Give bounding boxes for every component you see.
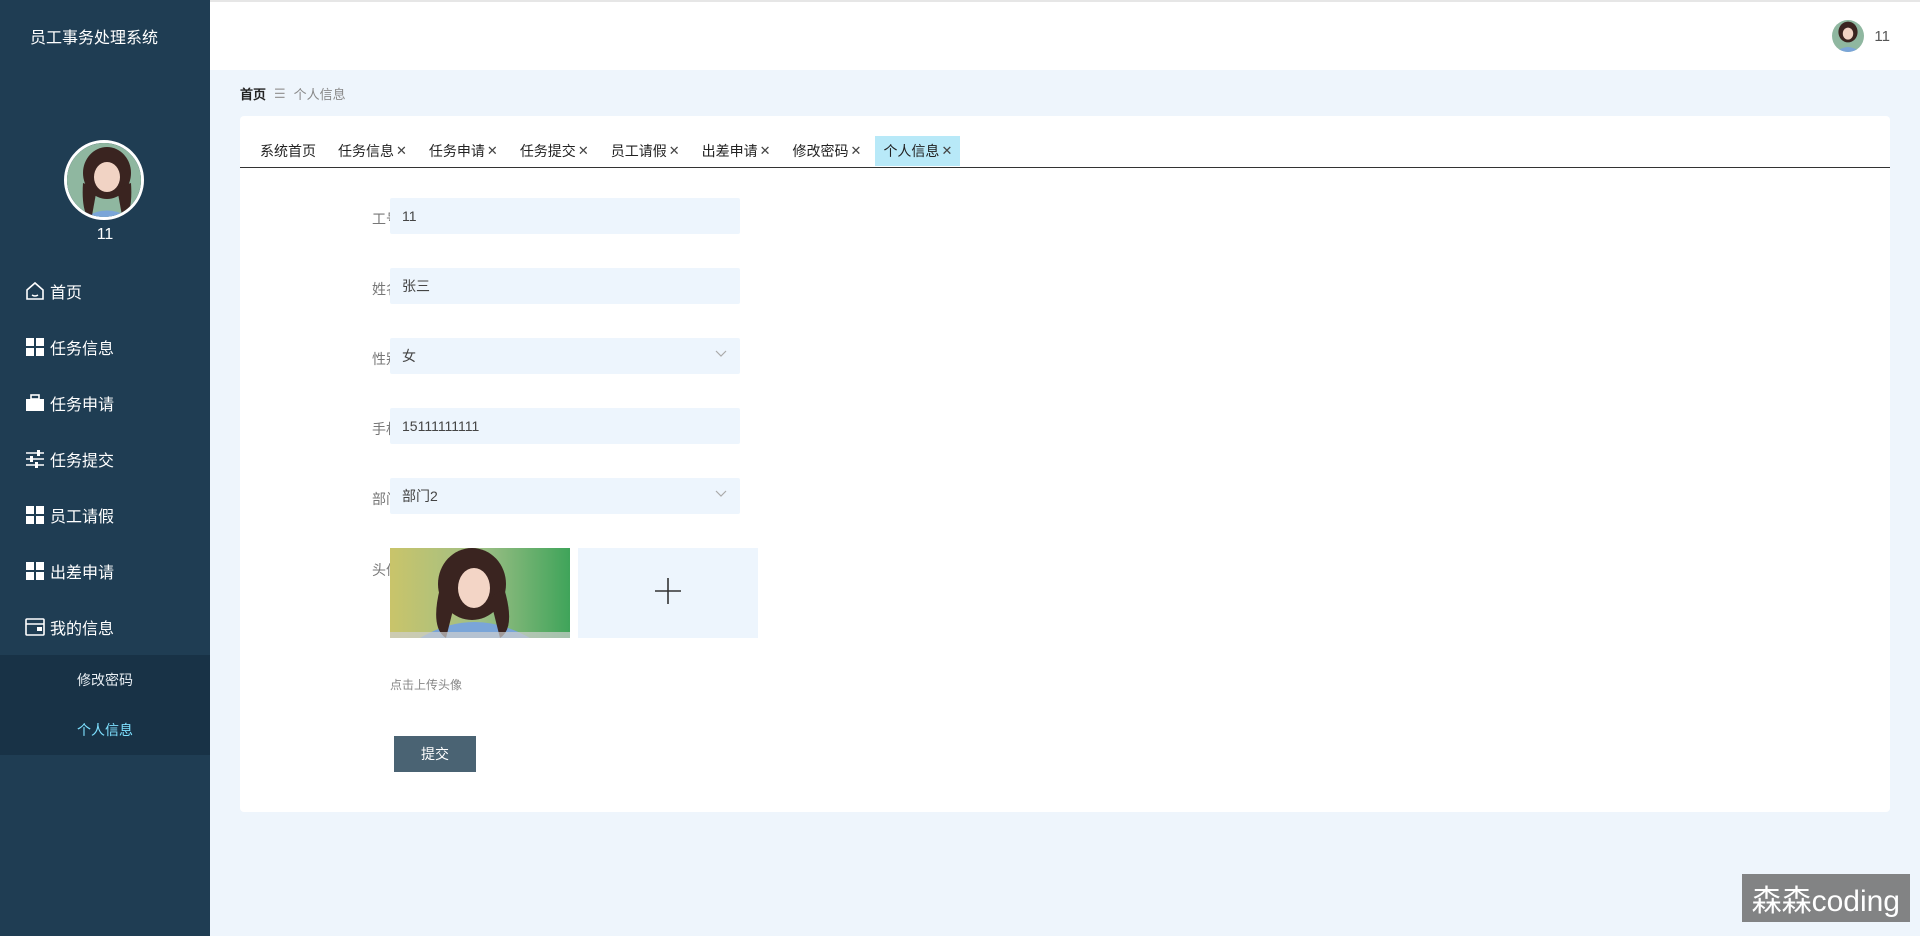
sliders-icon: [24, 448, 46, 470]
breadcrumb: 首页 ☰ 个人信息: [240, 84, 346, 103]
chevron-down-icon: [714, 486, 728, 503]
sidebar-menu: 首页 任务信息 任务申请 任务提交 员工请假 出差申请 我的信息 修改密码 个人…: [0, 263, 210, 755]
tab-divider: [240, 167, 1890, 168]
watermark: 森森coding: [1741, 874, 1910, 922]
employee-no-value: 11: [402, 208, 417, 224]
tab-business-trip[interactable]: 出差申请 ✕: [694, 136, 779, 166]
avatar: [1832, 20, 1865, 52]
sidebar-item-task-apply[interactable]: 任务申请: [0, 375, 210, 431]
sidebar-item-label: 员工请假: [50, 509, 115, 526]
tab-label: 修改密码: [792, 143, 849, 159]
grid-icon: [24, 336, 46, 358]
sidebar-item-task-submit[interactable]: 任务提交: [0, 431, 210, 487]
sidebar-item-leave[interactable]: 员工请假: [0, 487, 210, 543]
tab-label: 个人信息: [883, 143, 940, 159]
close-icon[interactable]: ✕: [760, 143, 771, 159]
close-icon[interactable]: ✕: [396, 143, 407, 159]
tab-label: 任务申请: [428, 143, 485, 159]
sidebar-item-label: 出差申请: [50, 565, 115, 582]
gender-select[interactable]: 女: [390, 338, 740, 374]
sidebar-item-label: 任务申请: [50, 397, 115, 414]
submit-button[interactable]: 提交: [394, 736, 476, 772]
tab-label: 系统首页: [260, 143, 316, 159]
main-card: 系统首页 任务信息 ✕ 任务申请 ✕ 任务提交 ✕ 员工请假 ✕ 出差申请 ✕ 修改密码 ✕…: [240, 116, 1890, 812]
close-icon[interactable]: ✕: [487, 143, 498, 159]
tab-task-submit[interactable]: 任务提交 ✕: [512, 136, 597, 166]
wallet-icon: [24, 616, 46, 638]
employee-no-field[interactable]: 11: [390, 198, 740, 234]
sidebar-item-label: 首页: [50, 285, 83, 302]
plus-icon: [653, 576, 683, 611]
name-value: 张三: [402, 278, 430, 294]
phone-field[interactable]: 15111111111: [390, 408, 740, 444]
sidebar-avatar: [64, 140, 144, 220]
tab-task-info[interactable]: 任务信息 ✕: [330, 136, 415, 166]
tab-bar: 系统首页 任务信息 ✕ 任务申请 ✕ 任务提交 ✕ 员工请假 ✕ 出差申请 ✕ 修改密码 ✕…: [252, 136, 966, 166]
sidebar-username: 11: [96, 226, 114, 243]
sidebar-submenu: 修改密码 个人信息: [0, 655, 210, 755]
tab-label: 任务信息: [338, 143, 394, 159]
header-username: 11: [1874, 27, 1890, 45]
tab-system-home[interactable]: 系统首页: [252, 136, 324, 166]
close-icon[interactable]: ✕: [669, 143, 680, 159]
tab-leave[interactable]: 员工请假 ✕: [603, 136, 688, 166]
tab-personal-info[interactable]: 个人信息 ✕: [875, 136, 961, 166]
avatar-upload-hint: 点击上传头像: [390, 678, 463, 692]
tab-task-apply[interactable]: 任务申请 ✕: [421, 136, 506, 166]
sidebar-item-label: 我的信息: [50, 621, 115, 638]
close-icon[interactable]: ✕: [851, 143, 862, 159]
breadcrumb-separator-icon: ☰: [274, 85, 286, 101]
top-bar: 11: [210, 0, 1920, 70]
grid-icon: [24, 560, 46, 582]
name-field[interactable]: 张三: [390, 268, 740, 304]
sidebar-item-my-info[interactable]: 我的信息: [0, 599, 210, 655]
home-icon: [24, 280, 46, 302]
sidebar-item-home[interactable]: 首页: [0, 263, 210, 319]
sidebar-item-business-trip[interactable]: 出差申请: [0, 543, 210, 599]
sidebar-item-task-info[interactable]: 任务信息: [0, 319, 210, 375]
department-value: 部门2: [402, 488, 438, 504]
sidebar: 员工事务处理系统 11 首页 任务信息 任务申请 任务提交 员工请假 出差申请 …: [0, 0, 210, 936]
close-icon[interactable]: ✕: [578, 143, 589, 159]
chevron-down-icon: [714, 346, 728, 363]
sidebar-subitem-change-password[interactable]: 修改密码: [0, 655, 210, 705]
tab-change-password[interactable]: 修改密码 ✕: [785, 136, 870, 166]
sidebar-subitem-personal-info[interactable]: 个人信息: [0, 705, 210, 755]
system-title: 员工事务处理系统: [29, 30, 158, 47]
phone-value: 15111111111: [402, 418, 480, 434]
user-menu[interactable]: 11: [1832, 20, 1890, 52]
tab-label: 出差申请: [701, 143, 758, 159]
grid-icon: [24, 504, 46, 526]
tab-label: 任务提交: [519, 143, 576, 159]
avatar-upload-button[interactable]: [578, 548, 758, 638]
department-select[interactable]: 部门2: [390, 478, 740, 514]
gender-value: 女: [402, 348, 416, 364]
breadcrumb-current: 个人信息: [293, 87, 346, 102]
sidebar-item-label: 任务提交: [50, 453, 115, 470]
close-icon[interactable]: ✕: [941, 143, 952, 159]
tab-label: 员工请假: [610, 143, 667, 159]
avatar-preview-image[interactable]: [390, 548, 570, 638]
breadcrumb-home[interactable]: 首页: [240, 84, 266, 103]
sidebar-item-label: 任务信息: [50, 341, 115, 358]
briefcase-icon: [24, 392, 46, 414]
